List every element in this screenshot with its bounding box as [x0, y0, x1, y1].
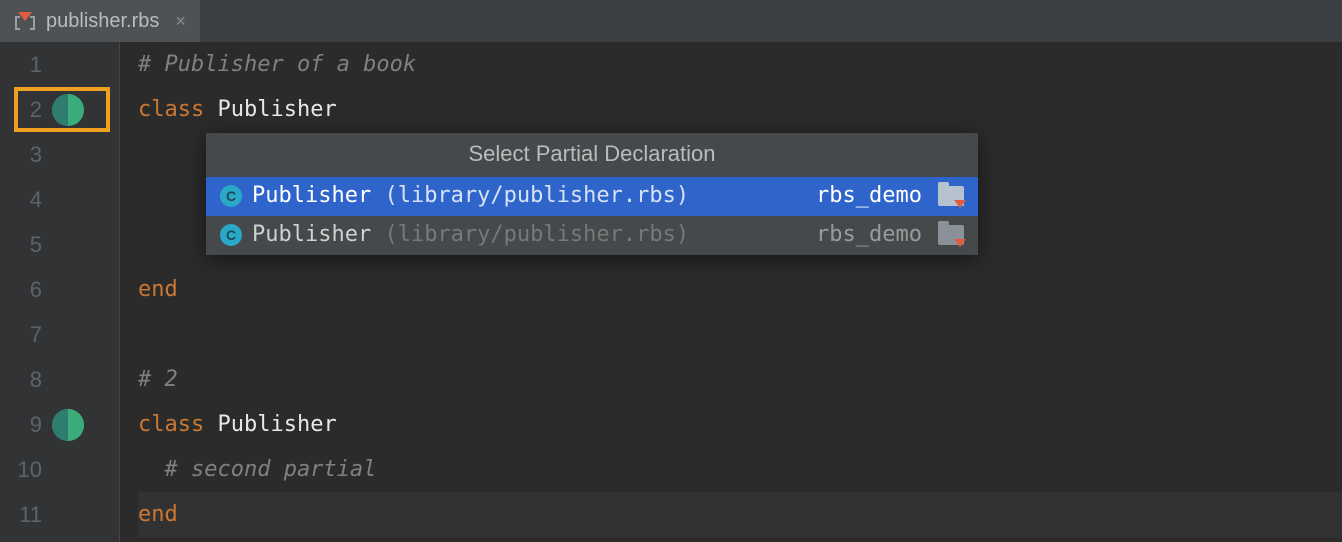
gutter-row: 10 — [0, 447, 119, 492]
popup-item-label: Publisher (library/publisher.rbs) — [252, 222, 806, 247]
line-number: 2 — [16, 97, 42, 123]
partial-declaration-marker-icon[interactable] — [52, 94, 84, 126]
gutter-row: 11 — [0, 492, 119, 537]
close-icon[interactable]: × — [175, 11, 186, 32]
popup-item-module: rbs_demo — [816, 183, 922, 208]
popup-title: Select Partial Declaration — [206, 133, 978, 177]
ruby-file-icon — [14, 10, 36, 32]
tab-filename: publisher.rbs — [46, 10, 159, 33]
code-line[interactable]: end — [138, 267, 1342, 312]
line-number: 5 — [16, 232, 42, 258]
line-number: 6 — [16, 277, 42, 303]
gutter-row: 4 — [0, 177, 119, 222]
gutter-row: 5 — [0, 222, 119, 267]
popup-item[interactable]: C Publisher (library/publisher.rbs) rbs_de… — [206, 216, 978, 255]
module-folder-icon — [938, 186, 964, 206]
gutter: 1 2 3 4 5 6 7 8 9 10 11 — [0, 42, 120, 542]
popup-item-module: rbs_demo — [816, 222, 922, 247]
gutter-row: 2 — [0, 87, 119, 132]
code-line[interactable]: # Publisher of a book — [138, 42, 1342, 87]
gutter-row: 6 — [0, 267, 119, 312]
code-line[interactable]: class Publisher — [138, 402, 1342, 447]
partial-declaration-popup: Select Partial Declaration C Publisher (l… — [206, 133, 978, 255]
line-number: 9 — [16, 412, 42, 438]
gutter-row: 9 — [0, 402, 119, 447]
code-line[interactable] — [138, 312, 1342, 357]
popup-item[interactable]: C Publisher (library/publisher.rbs) rbs_de… — [206, 177, 978, 216]
gutter-row: 1 — [0, 42, 119, 87]
class-icon: C — [220, 185, 242, 207]
line-number: 1 — [16, 52, 42, 78]
module-folder-icon — [938, 225, 964, 245]
partial-declaration-marker-icon[interactable] — [52, 409, 84, 441]
line-number: 11 — [16, 502, 42, 528]
class-icon: C — [220, 224, 242, 246]
editor: 1 2 3 4 5 6 7 8 9 10 11 Select Partial Declaration… — [0, 42, 1342, 542]
tab-bar: publisher.rbs × — [0, 0, 1342, 42]
line-number: 10 — [16, 457, 42, 483]
gutter-row: 3 — [0, 132, 119, 177]
editor-tab[interactable]: publisher.rbs × — [0, 0, 200, 42]
code-line[interactable]: # second partial — [138, 447, 1342, 492]
gutter-row: 7 — [0, 312, 119, 357]
code-line[interactable]: # 2 — [138, 357, 1342, 402]
code-line[interactable]: end — [138, 492, 1342, 537]
line-number: 4 — [16, 187, 42, 213]
line-number: 7 — [16, 322, 42, 348]
code-line[interactable]: class Publisher — [138, 87, 1342, 132]
popup-item-label: Publisher (library/publisher.rbs) — [252, 183, 806, 208]
gutter-row: 8 — [0, 357, 119, 402]
line-number: 8 — [16, 367, 42, 393]
line-number: 3 — [16, 142, 42, 168]
code-area[interactable]: Select Partial Declaration C Publisher (l… — [120, 42, 1342, 542]
